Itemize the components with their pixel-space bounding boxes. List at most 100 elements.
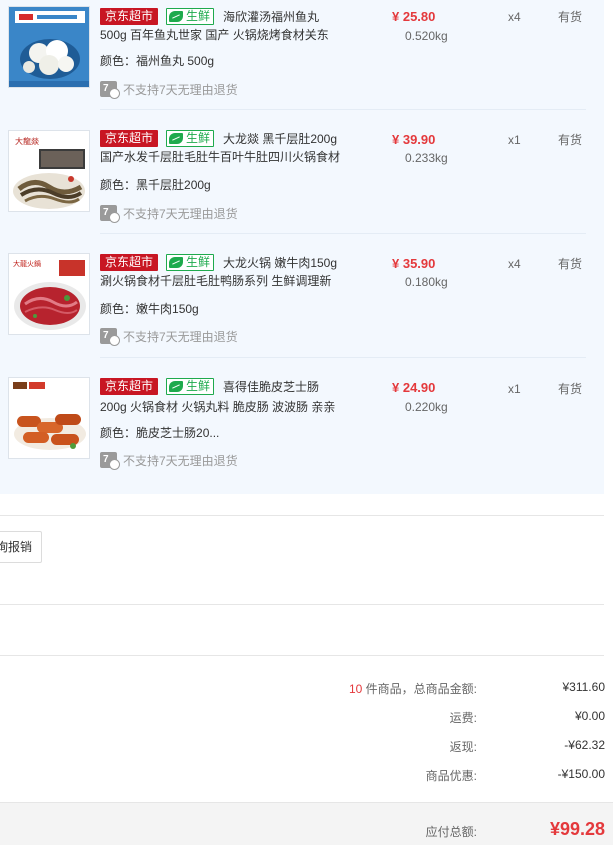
product-title-line2[interactable]: 国产水发千层肚毛肚牛百叶牛肚四川火锅食材 bbox=[100, 148, 340, 166]
attribute-key: 颜色： bbox=[100, 54, 137, 68]
product-title-line1[interactable]: 海欣灌汤福州鱼丸 bbox=[223, 8, 319, 26]
return-policy: 7 不支持7天无理由退货 bbox=[100, 204, 238, 223]
leaf-icon bbox=[169, 381, 184, 392]
product-quantity: x1 bbox=[508, 133, 521, 147]
product-tags: 京东超市 生鲜 bbox=[100, 254, 215, 272]
no-return-icon: 7 bbox=[100, 452, 120, 470]
fresh-tag-label: 生鲜 bbox=[186, 379, 211, 393]
item-count-label: 件商品，总商品金额: bbox=[362, 682, 477, 696]
item-divider bbox=[100, 109, 586, 110]
leaf-icon bbox=[169, 11, 184, 22]
product-weight: 0.520kg bbox=[405, 29, 448, 43]
product-title-line1[interactable]: 喜得佳脆皮芝士肠 bbox=[223, 378, 319, 396]
leaf-icon bbox=[169, 257, 184, 268]
product-title-line2[interactable]: 500g 百年鱼丸世家 国产 火锅烧烤食材关东 bbox=[100, 26, 329, 44]
product-thumbnail[interactable]: 大龍燚 bbox=[8, 130, 90, 212]
no-return-icon: 7 bbox=[100, 205, 120, 223]
product-title-line2[interactable]: 200g 火锅食材 火锅丸料 脆皮肠 波波肠 亲亲 bbox=[100, 398, 335, 416]
fish-ball-product-image bbox=[9, 7, 89, 87]
shipping-label: 运费: bbox=[449, 711, 477, 725]
discount-label: 商品优惠: bbox=[425, 769, 477, 783]
payable-label: 应付总额: bbox=[425, 825, 477, 839]
item-divider bbox=[100, 233, 586, 234]
attribute-key: 颜色： bbox=[100, 178, 137, 192]
attribute-value: 嫩牛肉150g bbox=[136, 302, 199, 316]
goods-total-label: 10 件商品，总商品金额: bbox=[349, 680, 477, 697]
product-title-line1[interactable]: 大龙燚 黑千层肚200g bbox=[223, 130, 337, 148]
jd-supermarket-tag: 京东超市 bbox=[100, 254, 159, 271]
attribute-value: 黑千层肚200g bbox=[136, 178, 211, 192]
return-policy: 7 不支持7天无理由退货 bbox=[100, 451, 238, 470]
order-items-panel: 京东超市 生鲜 海欣灌汤福州鱼丸 500g 百年鱼丸世家 国产 火锅烧烤食材关东… bbox=[0, 0, 604, 494]
item-count: 10 bbox=[348, 682, 363, 696]
product-price: ¥ 24.90 bbox=[392, 380, 436, 395]
product-thumbnail[interactable] bbox=[8, 377, 90, 459]
product-quantity: x1 bbox=[508, 382, 521, 396]
summary-shipping: 运费: ¥0.00 bbox=[0, 709, 613, 729]
product-weight: 0.233kg bbox=[405, 151, 448, 165]
section-divider bbox=[0, 655, 604, 656]
order-item: 大龍燚 京东超市 生鲜 大龙燚 黑千层肚200g 国产水发千层肚毛肚牛百叶牛肚四… bbox=[0, 122, 604, 246]
product-attribute: 颜色：脆皮芝士肠20... bbox=[100, 424, 219, 442]
product-price: ¥ 25.80 bbox=[392, 9, 436, 24]
product-weight: 0.220kg bbox=[405, 400, 448, 414]
product-price: ¥ 35.90 bbox=[392, 256, 436, 271]
order-item: 大龍火鍋 京东超市 生鲜 大龙火锅 嫩牛肉150g 涮火锅食材千层肚毛肚鸭肠系列… bbox=[0, 246, 604, 370]
return-policy-text: 不支持7天无理由退货 bbox=[123, 453, 238, 468]
fresh-tag-label: 生鲜 bbox=[186, 255, 211, 269]
stock-status: 有货 bbox=[558, 382, 583, 396]
summary-goods-total: 10 件商品，总商品金额: ¥311.60 bbox=[0, 680, 613, 700]
order-item: 京东超市 生鲜 喜得佳脆皮芝士肠 200g 火锅食材 火锅丸料 脆皮肠 波波肠 … bbox=[0, 370, 604, 494]
tripe-product-image: 大龍燚 bbox=[9, 131, 89, 211]
discount-value: -¥150.00 bbox=[557, 767, 605, 781]
goods-total-value: ¥311.60 bbox=[562, 680, 606, 694]
brand-text: 大龍燚 bbox=[15, 136, 39, 146]
no-return-icon: 7 bbox=[100, 328, 120, 346]
jd-supermarket-tag: 京东超市 bbox=[100, 130, 159, 147]
jd-supermarket-tag: 京东超市 bbox=[100, 378, 159, 395]
attribute-value: 福州鱼丸 500g bbox=[136, 54, 215, 68]
product-tags: 京东超市 生鲜 bbox=[100, 378, 215, 396]
reimburse-button[interactable]: 询报销 bbox=[0, 531, 42, 563]
stock-status: 有货 bbox=[558, 133, 583, 147]
summary-discount: 商品优惠: -¥150.00 bbox=[0, 767, 613, 787]
product-attribute: 颜色：黑千层肚200g bbox=[100, 176, 211, 194]
section-divider bbox=[0, 604, 604, 605]
product-tags: 京东超市 生鲜 bbox=[100, 130, 215, 148]
fresh-tag: 生鲜 bbox=[166, 254, 215, 271]
product-quantity: x4 bbox=[508, 10, 521, 24]
fresh-tag-label: 生鲜 bbox=[186, 131, 211, 145]
return-policy-text: 不支持7天无理由退货 bbox=[123, 329, 238, 344]
attribute-key: 颜色： bbox=[100, 302, 137, 316]
product-thumbnail[interactable]: 大龍火鍋 bbox=[8, 253, 90, 335]
return-policy-text: 不支持7天无理由退货 bbox=[123, 82, 238, 97]
stock-status: 有货 bbox=[558, 10, 583, 24]
fresh-tag: 生鲜 bbox=[166, 8, 215, 25]
return-policy-text: 不支持7天无理由退货 bbox=[123, 206, 238, 221]
product-attribute: 颜色：福州鱼丸 500g bbox=[100, 52, 214, 70]
attribute-value: 脆皮芝士肠20... bbox=[136, 426, 220, 440]
order-item: 京东超市 生鲜 海欣灌汤福州鱼丸 500g 百年鱼丸世家 国产 火锅烧烤食材关东… bbox=[0, 0, 604, 124]
fresh-tag: 生鲜 bbox=[166, 378, 215, 395]
product-title-line1[interactable]: 大龙火锅 嫩牛肉150g bbox=[223, 254, 337, 272]
sausage-product-image bbox=[9, 378, 89, 458]
stock-status: 有货 bbox=[558, 257, 583, 271]
section-divider bbox=[0, 515, 604, 516]
beef-product-image: 大龍火鍋 bbox=[9, 254, 89, 334]
cashback-label: 返现: bbox=[449, 740, 477, 754]
product-price: ¥ 39.90 bbox=[392, 132, 436, 147]
product-quantity: x4 bbox=[508, 257, 521, 271]
product-weight: 0.180kg bbox=[405, 275, 448, 289]
product-attribute: 颜色：嫩牛肉150g bbox=[100, 300, 199, 318]
return-policy: 7 不支持7天无理由退货 bbox=[100, 327, 238, 346]
shipping-value: ¥0.00 bbox=[574, 709, 605, 723]
summary-cashback: 返现: -¥62.32 bbox=[0, 738, 613, 758]
no-return-icon: 7 bbox=[100, 81, 120, 99]
fresh-tag: 生鲜 bbox=[166, 130, 215, 147]
cashback-value: -¥62.32 bbox=[564, 738, 605, 752]
payable-value: ¥99.28 bbox=[549, 819, 605, 839]
product-thumbnail[interactable] bbox=[8, 6, 90, 88]
jd-supermarket-tag: 京东超市 bbox=[100, 8, 159, 25]
product-title-line2[interactable]: 涮火锅食材千层肚毛肚鸭肠系列 生鲜调理新 bbox=[100, 272, 331, 290]
product-tags: 京东超市 生鲜 bbox=[100, 8, 215, 26]
